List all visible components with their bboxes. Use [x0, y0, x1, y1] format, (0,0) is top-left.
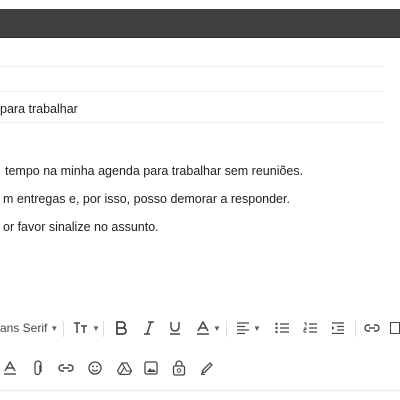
insert-link-icon	[58, 364, 74, 372]
formatting-options-button[interactable]	[2, 350, 18, 386]
drive-icon	[116, 361, 132, 375]
body-line: m entregas e, por isso, posso demorar a …	[3, 192, 290, 206]
body-line: tempo na minha agenda para trabalhar sem…	[5, 164, 304, 178]
font-size-icon	[74, 322, 87, 333]
bulleted-list-button[interactable]	[275, 314, 289, 342]
chevron-down-icon: ▼	[213, 323, 221, 333]
align-icon	[237, 322, 249, 334]
divider	[0, 122, 384, 123]
bulleted-list-icon	[275, 322, 289, 334]
recipients-field[interactable]	[0, 37, 384, 89]
font-family-label: ans Serif	[0, 321, 48, 335]
link-button[interactable]	[364, 314, 380, 342]
toolbar-separator	[226, 321, 227, 337]
italic-icon	[144, 321, 154, 335]
toolbar-separator	[103, 321, 104, 337]
confidential-icon	[172, 360, 186, 376]
top-strip	[0, 0, 400, 9]
attach-button[interactable]	[30, 350, 46, 386]
more-icon	[390, 322, 400, 334]
formatting-options-icon	[4, 361, 16, 375]
italic-button[interactable]	[143, 314, 155, 342]
attach-icon	[34, 360, 42, 376]
chevron-down-icon: ▼	[92, 323, 100, 333]
body-line: or favor sinalize no assunto.	[3, 220, 159, 234]
font-family-select[interactable]: ans Serif ▼	[0, 314, 58, 342]
divider	[0, 390, 400, 391]
insert-link-button[interactable]	[57, 350, 75, 386]
compose-action-toolbar	[0, 350, 400, 386]
divider	[0, 91, 384, 92]
photo-icon	[144, 361, 158, 375]
toolbar-separator	[355, 321, 356, 337]
divider	[0, 66, 384, 67]
formatting-toolbar: ans Serif ▼ ▼ ▼ ▼	[0, 314, 400, 342]
signature-button[interactable]	[198, 350, 216, 386]
text-color-icon	[197, 321, 209, 335]
text-color-button[interactable]: ▼	[196, 314, 221, 342]
drive-button[interactable]	[115, 350, 133, 386]
bold-icon	[116, 321, 127, 335]
subject-field[interactable]: para trabalhar	[0, 96, 384, 122]
confidential-mode-button[interactable]	[170, 350, 188, 386]
numbered-list-icon	[303, 322, 317, 333]
underline-button[interactable]	[169, 314, 181, 342]
message-body[interactable]: tempo na minha agenda para trabalhar sem…	[0, 156, 384, 296]
photo-button[interactable]	[142, 350, 160, 386]
indent-button[interactable]	[331, 314, 345, 342]
indent-icon	[332, 322, 344, 334]
link-icon	[364, 324, 380, 332]
align-button[interactable]: ▼	[236, 314, 261, 342]
more-button[interactable]	[390, 314, 400, 342]
chevron-down-icon: ▼	[253, 323, 261, 333]
numbered-list-button[interactable]	[303, 314, 317, 342]
toolbar-separator	[63, 321, 64, 337]
bold-button[interactable]	[115, 314, 127, 342]
chevron-down-icon: ▼	[50, 323, 59, 333]
font-size-button[interactable]: ▼	[73, 314, 100, 342]
underline-icon	[170, 322, 180, 335]
emoji-button[interactable]	[86, 350, 104, 386]
emoji-icon	[88, 361, 102, 375]
signature-icon	[200, 362, 213, 375]
